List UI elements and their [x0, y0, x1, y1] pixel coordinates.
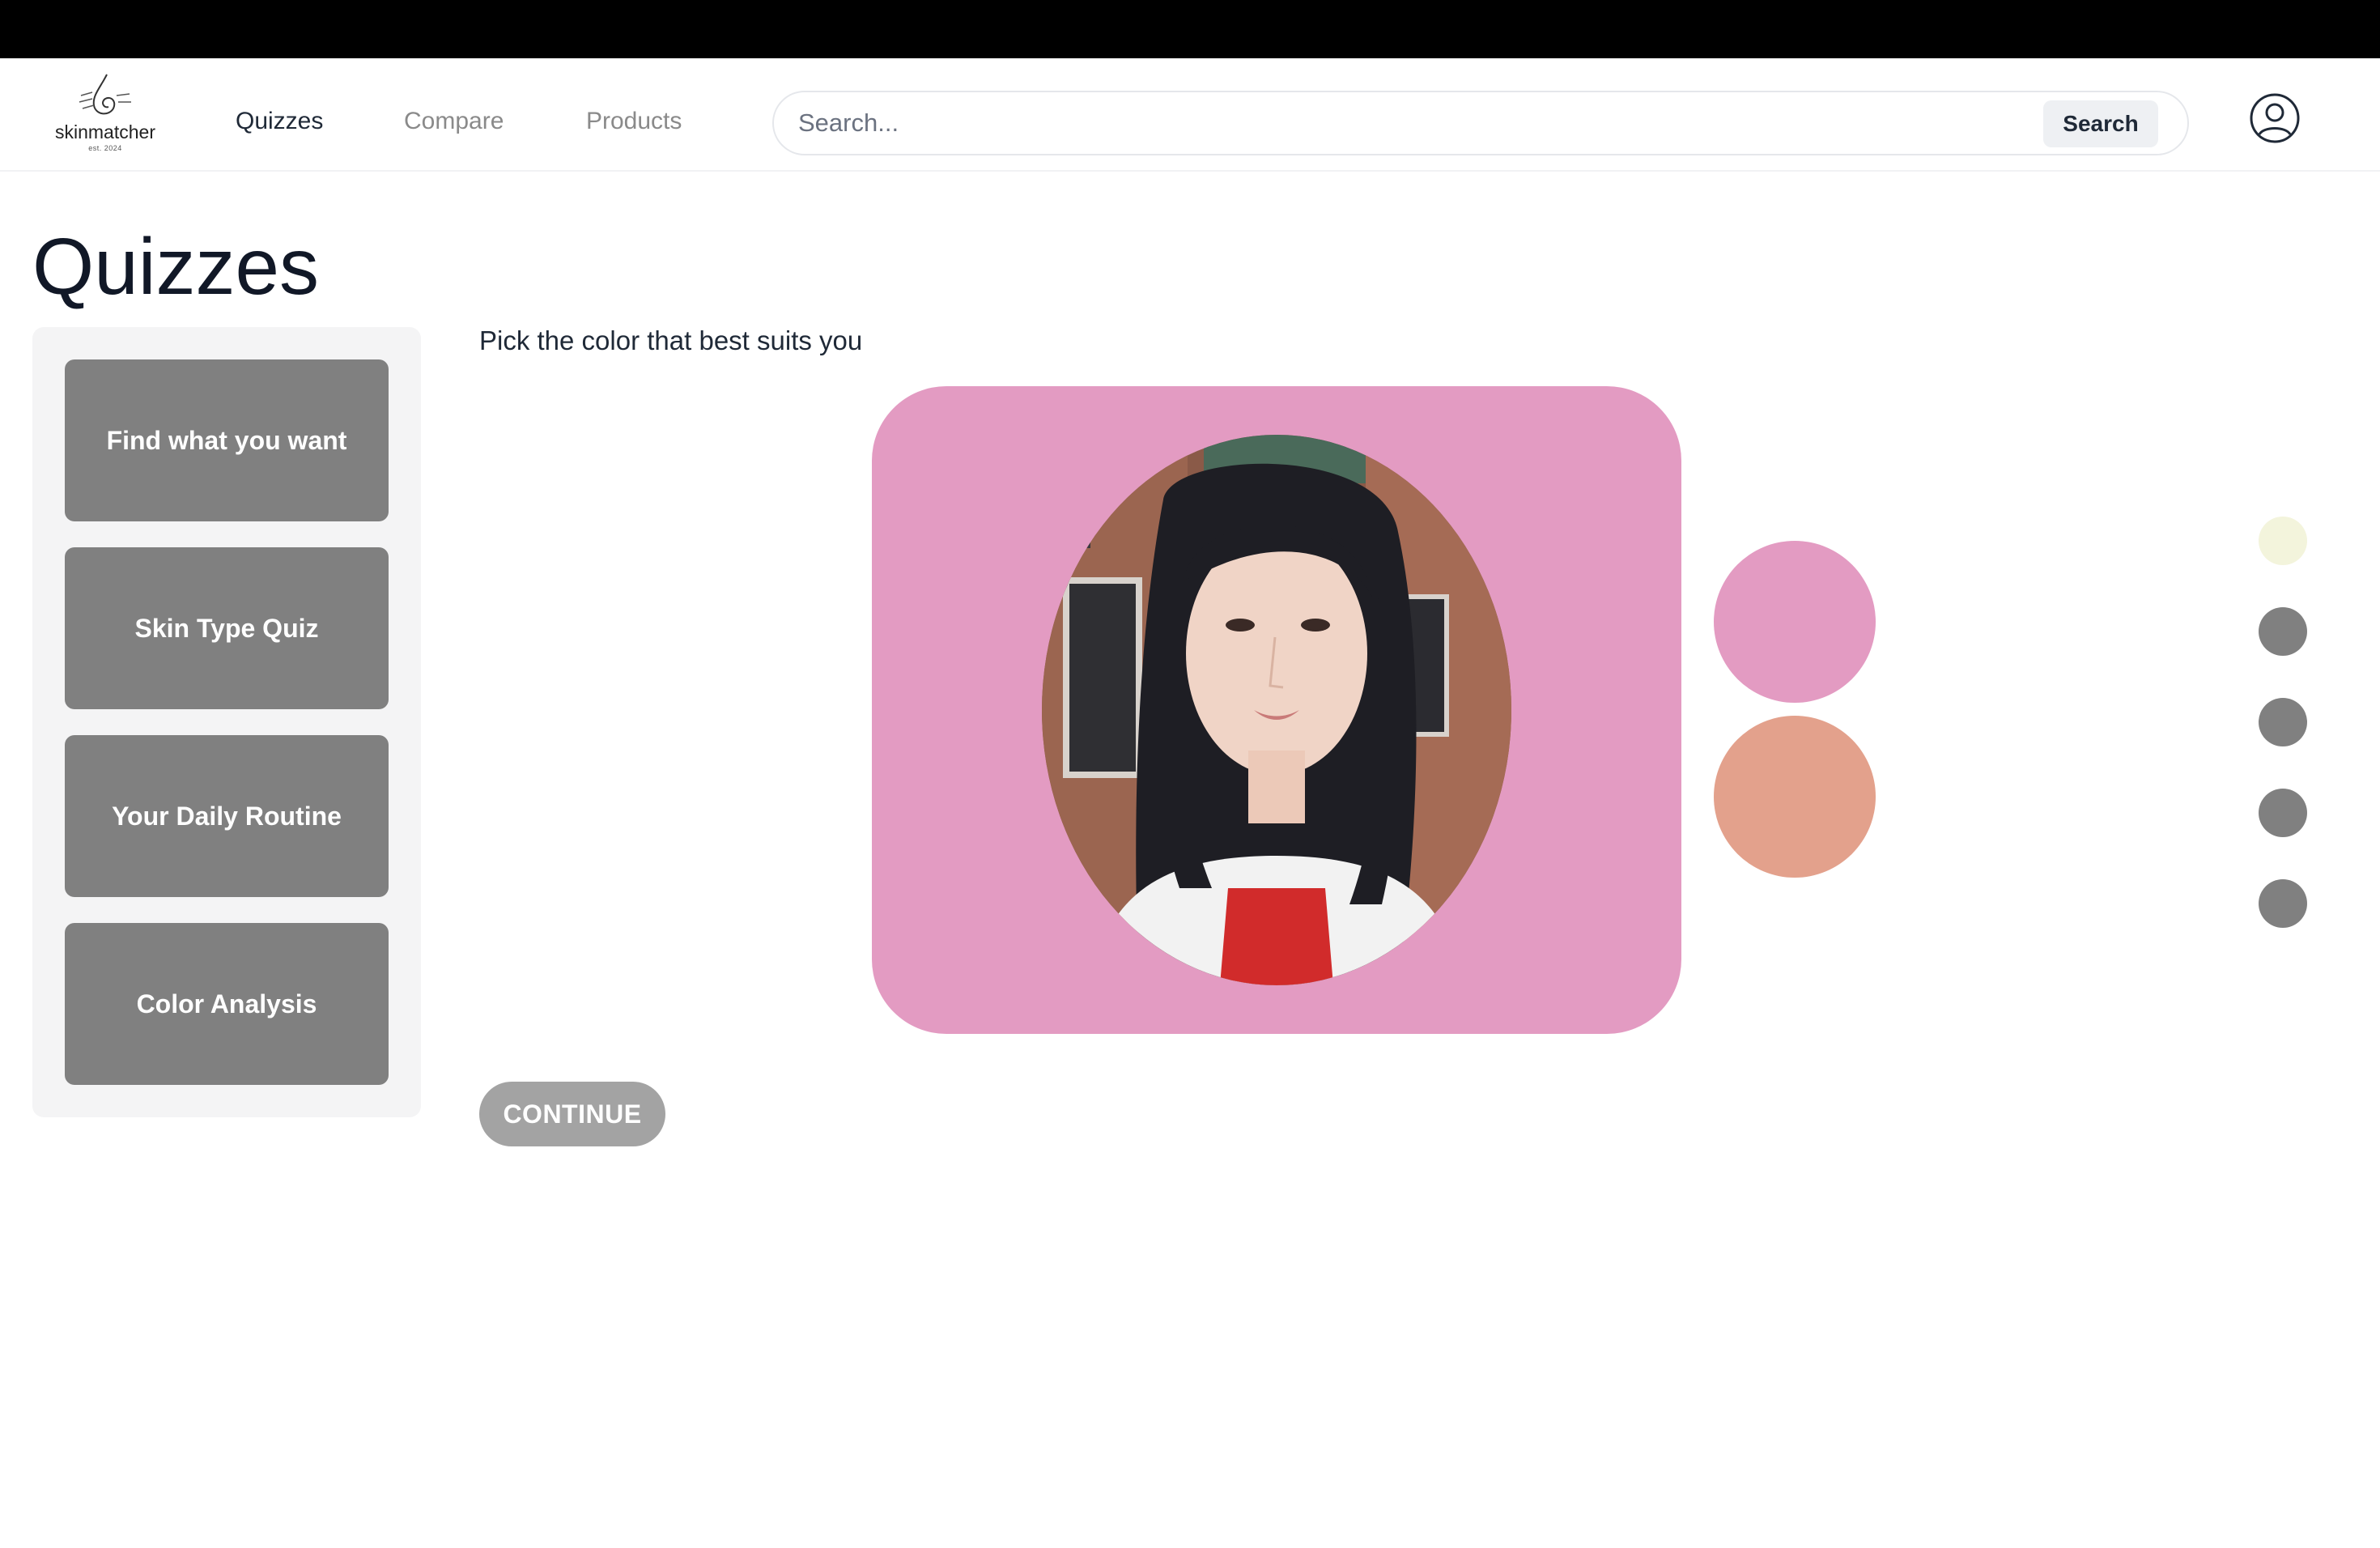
navbar: skinmatcher est. 2024 Quizzes Compare Pr… — [0, 58, 2380, 172]
brand-tagline: est. 2024 — [88, 144, 122, 152]
color-swatch-pink[interactable] — [1714, 541, 1876, 703]
user-circle-icon[interactable] — [2249, 92, 2301, 144]
top-black-bar — [0, 0, 2380, 58]
search-button[interactable]: Search — [2043, 100, 2158, 147]
droplet-logo-icon — [79, 74, 131, 115]
search-bar: Search — [772, 91, 2189, 155]
quiz-sidebar: Find what you want Skin Type Quiz Your D… — [32, 327, 421, 1117]
page-title: Quizzes — [32, 222, 320, 311]
brand-name: skinmatcher — [55, 121, 155, 142]
search-input[interactable] — [798, 104, 1980, 142]
progress-step-current — [2259, 517, 2307, 565]
continue-button[interactable]: CONTINUE — [479, 1082, 665, 1146]
quiz-card-skin-type[interactable]: Skin Type Quiz — [65, 547, 389, 709]
color-swatch-peach[interactable] — [1714, 716, 1876, 878]
progress-step — [2259, 607, 2307, 656]
user-portrait-photo — [1042, 435, 1511, 985]
nav-link-compare[interactable]: Compare — [404, 107, 504, 136]
brand-logo[interactable]: skinmatcher est. 2024 — [47, 71, 164, 155]
nav-link-quizzes[interactable]: Quizzes — [236, 107, 323, 136]
quiz-card-find-what-you-want[interactable]: Find what you want — [65, 359, 389, 521]
quiz-prompt: Pick the color that best suits you — [479, 325, 863, 355]
progress-step — [2259, 789, 2307, 837]
quiz-card-daily-routine[interactable]: Your Daily Routine — [65, 735, 389, 897]
nav-link-products[interactable]: Products — [586, 107, 682, 136]
progress-step — [2259, 698, 2307, 746]
color-preview-card — [872, 386, 1681, 1034]
progress-step — [2259, 879, 2307, 928]
quiz-card-color-analysis[interactable]: Color Analysis — [65, 923, 389, 1085]
